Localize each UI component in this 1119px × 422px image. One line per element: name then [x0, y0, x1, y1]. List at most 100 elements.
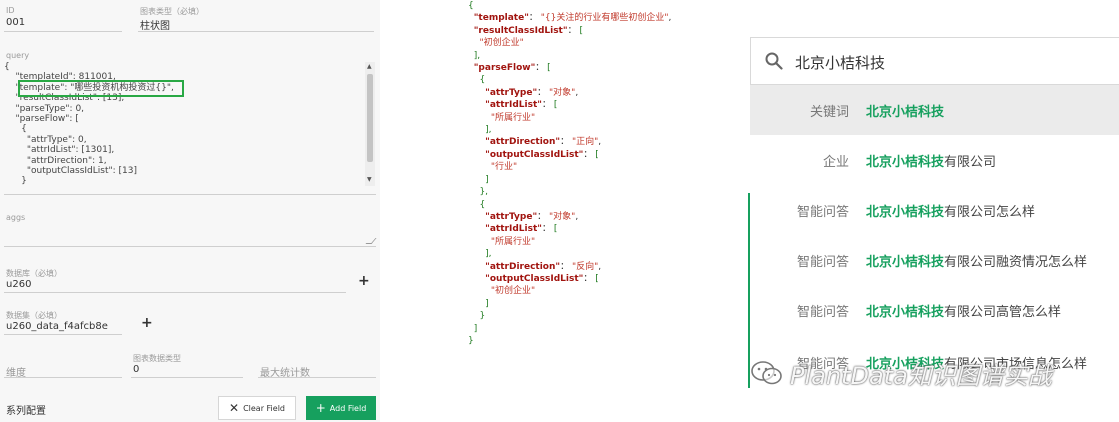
json-punct: ： — [537, 211, 550, 222]
json-punct: ], — [485, 249, 492, 260]
search-input[interactable]: 北京小桔科技 — [795, 52, 885, 73]
chart-type-label: 图表类型（必填） — [140, 7, 204, 16]
suggestion-item[interactable]: 智能问答 北京小桔科技有限公司融资情况怎么样 — [750, 235, 1119, 285]
json-key: "outputClassIdList" — [485, 273, 584, 284]
dataset-underline — [4, 334, 122, 335]
suggestion-category: 关键词 — [809, 105, 849, 120]
json-punct: ] — [485, 174, 489, 185]
aggs-textarea[interactable] — [4, 246, 376, 247]
query-line: { — [4, 62, 10, 72]
json-punct: }, — [479, 187, 489, 198]
suggestion-text: 北京小桔科技 — [866, 101, 944, 120]
json-line: ] — [468, 323, 718, 335]
suggestion-rest: 有限公司高管怎么样 — [944, 305, 1062, 320]
json-punct — [468, 100, 485, 110]
json-value: "正向" — [571, 137, 599, 148]
suggestion-text: 北京小桔科技有限公司怎么样 — [866, 201, 1035, 220]
json-punct — [468, 162, 491, 172]
json-value: "初创企业" — [490, 286, 536, 297]
json-punct — [468, 249, 485, 259]
clear-field-button[interactable]: ✕ Clear Field — [218, 396, 296, 420]
add-field-button[interactable]: + Add Field — [306, 396, 376, 420]
json-punct: ： — [567, 25, 580, 36]
json-line: } — [468, 335, 718, 347]
query-scroll-thumb[interactable] — [367, 74, 373, 162]
suggestion-item[interactable]: 企业 北京小桔科技有限公司 — [750, 135, 1119, 185]
json-value: "{}关注的行业有哪些初创企业" — [540, 13, 669, 24]
json-punct: [ — [579, 25, 583, 36]
add-dataset-icon[interactable]: + — [141, 315, 153, 331]
json-punct: [ — [595, 273, 599, 284]
json-key: "attrIdList" — [485, 100, 542, 111]
chart-type-underline — [138, 31, 374, 32]
json-line: "初创企业" — [468, 285, 718, 297]
json-punct: ： — [528, 13, 541, 24]
json-punct: } — [479, 311, 486, 322]
query-line: { — [4, 124, 27, 135]
json-value: "初创企业" — [479, 38, 524, 49]
chart-data-type-underline — [131, 377, 243, 378]
plus-icon: + — [315, 401, 326, 415]
scroll-up-icon[interactable]: ▲ — [367, 63, 372, 70]
json-key: "outputClassIdList" — [485, 149, 584, 160]
json-line: ], — [468, 50, 718, 62]
id-underline — [4, 31, 122, 32]
query-underline — [4, 194, 376, 195]
scroll-down-icon[interactable]: ▼ — [367, 176, 372, 183]
json-line: { — [468, 199, 718, 211]
json-punct — [468, 38, 479, 48]
suggestion-item[interactable]: 关键词 北京小桔科技 — [750, 85, 1119, 135]
json-line: } — [468, 310, 718, 322]
json-punct — [468, 200, 479, 210]
suggestion-category: 智能问答 — [796, 305, 849, 320]
json-line: ], — [468, 124, 718, 136]
suggestion-item[interactable]: 智能问答 北京小桔科技有限公司高管怎么样 — [750, 285, 1119, 335]
json-line: "template"： "{}关注的行业有哪些初创企业", — [468, 12, 718, 24]
suggestion-item[interactable]: 智能问答 北京小桔科技有限公司怎么样 — [750, 185, 1119, 235]
json-punct: [ — [553, 100, 558, 111]
json-line: "初创企业" — [468, 37, 718, 49]
json-line: "attrDirection"： "反向", — [468, 261, 718, 273]
suggestion-match: 北京小桔科技 — [866, 205, 945, 220]
query-scrollbar[interactable]: ▲ ▼ — [365, 62, 375, 186]
id-field[interactable]: 001 — [6, 17, 25, 28]
json-punct: { — [468, 1, 474, 11]
json-key: "attrDirection" — [485, 137, 561, 148]
json-punct: , — [575, 211, 579, 222]
chart-type-field[interactable]: 柱状图 — [140, 17, 170, 32]
series-config-heading: 系列配置 — [6, 406, 46, 417]
suggestion-text: 北京小桔科技有限公司融资情况怎么样 — [866, 251, 1087, 270]
json-line: "attrIdList"： [ — [468, 99, 718, 111]
json-punct: ： — [541, 224, 554, 235]
json-line: ] — [468, 298, 718, 310]
chart-data-type-field[interactable]: 0 — [133, 364, 139, 375]
database-label: 数据库（必填） — [6, 269, 62, 278]
json-punct: ： — [560, 261, 572, 272]
max-stat-underline — [258, 377, 376, 378]
json-punct: , — [668, 13, 672, 24]
json-punct — [468, 125, 485, 135]
suggestion-match: 北京小桔科技 — [866, 255, 945, 270]
dataset-field[interactable]: u260_data_f4afcb8e — [6, 321, 108, 332]
id-label: ID — [6, 6, 15, 15]
json-punct — [468, 137, 485, 147]
json-value: "反向" — [571, 261, 599, 272]
add-database-icon[interactable]: + — [358, 273, 370, 289]
search-icon — [765, 52, 783, 70]
suggestion-rest: 有限公司 — [944, 155, 997, 170]
json-punct: { — [479, 199, 486, 210]
suggestion-rest: 有限公司融资情况怎么样 — [944, 255, 1088, 270]
clear-field-label: Clear Field — [243, 403, 285, 413]
json-line: "parseFlow"： [ — [468, 62, 718, 74]
database-field[interactable]: u260 — [6, 279, 31, 290]
json-key: "attrIdList" — [485, 224, 542, 235]
json-value: "对象" — [549, 87, 576, 98]
suggestion-rest: 有限公司怎么样 — [944, 205, 1036, 220]
json-punct: ] — [473, 323, 478, 334]
json-line: "所属行业" — [468, 112, 718, 124]
json-line: "attrDirection"： "正向", — [468, 136, 718, 148]
aggs-resize-handle[interactable] — [365, 238, 377, 244]
json-punct — [468, 311, 479, 321]
search-box[interactable]: 北京小桔科技 — [750, 37, 1119, 85]
suggestion-category: 企业 — [822, 155, 849, 170]
